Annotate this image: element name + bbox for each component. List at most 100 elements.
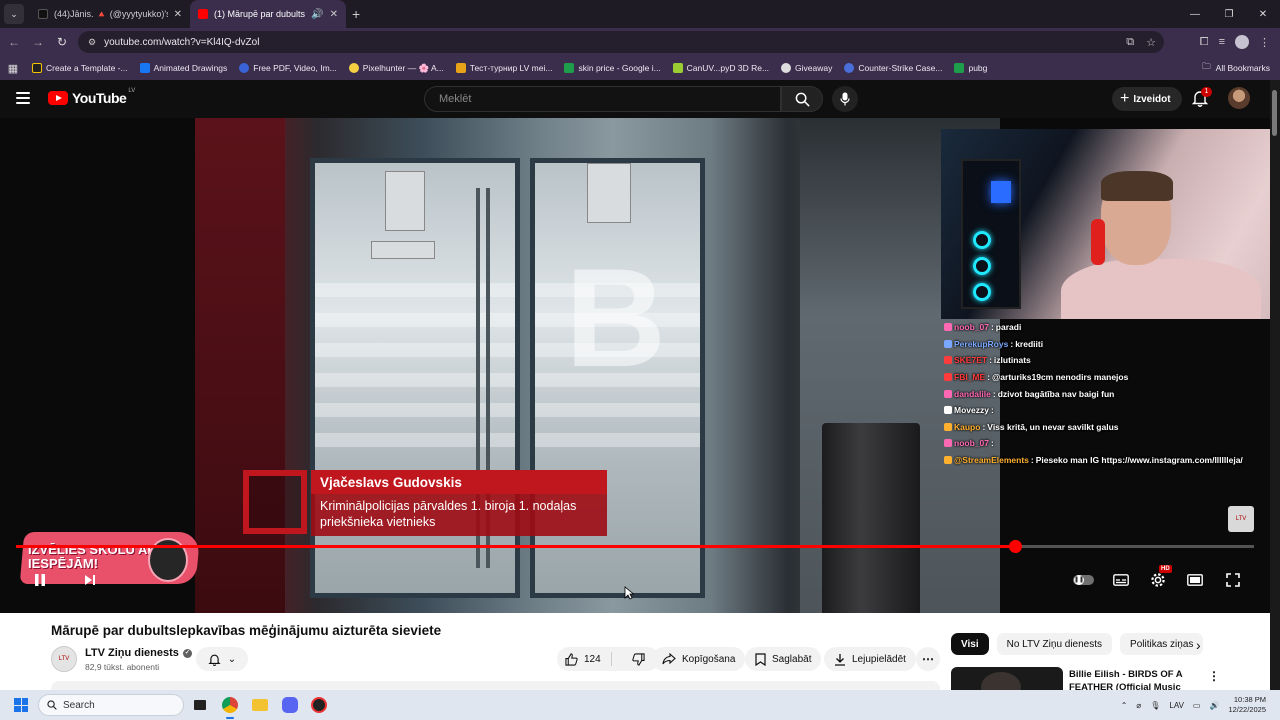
clock[interactable]: 10:38 PM 12/22/2025 [1228, 695, 1266, 715]
subscriber-count: 82,9 tūkst. abonenti [85, 662, 160, 672]
windows-start-icon[interactable] [14, 698, 28, 712]
search-input[interactable] [439, 93, 780, 105]
bookmark-item[interactable]: Тест-турнир LV mei... [450, 56, 559, 80]
apps-grid-icon[interactable]: ▦ [0, 62, 26, 75]
video-frame-wall [195, 118, 285, 613]
chip-from-channel[interactable]: No LTV Ziņu dienests [996, 633, 1113, 655]
recommended-thumbnail[interactable] [951, 667, 1063, 690]
back-icon[interactable]: ← [2, 35, 26, 49]
close-window-icon[interactable]: ✕ [1246, 0, 1280, 28]
description-box[interactable] [51, 681, 940, 690]
video-title: Mārupē par dubultslepkavības mēģinājumu … [51, 623, 442, 638]
chat-badge-icon [944, 406, 952, 415]
channel-name[interactable]: LTV Ziņu dienests ✓ [85, 647, 192, 659]
bookmark-item[interactable]: Pixelhunter — 🌸 A... [343, 56, 450, 80]
file-explorer-icon[interactable] [250, 695, 270, 715]
plus-icon: + [1120, 90, 1130, 107]
more-vertical-icon[interactable]: ⋮ [1208, 669, 1220, 683]
profile-icon[interactable] [1235, 35, 1249, 49]
maximize-icon[interactable]: ❐ [1212, 0, 1246, 28]
watch-metadata: Mārupē par dubultslepkavības mēģinājumu … [0, 613, 1270, 690]
bookmark-item[interactable]: Counter-Strike Case... [838, 56, 948, 80]
taskbar-search[interactable]: Search [38, 694, 184, 716]
folder-icon: 🗀 [1202, 61, 1211, 71]
share-icon [662, 653, 676, 665]
cast-icon[interactable]: ⧉ [1126, 36, 1134, 49]
display-icon[interactable]: ▭ [1193, 701, 1201, 710]
lower-third-name: Vjačeslavs Gudovskis [311, 470, 607, 494]
chip-all[interactable]: Visi [951, 633, 989, 655]
guide-menu-icon[interactable] [16, 92, 30, 104]
bookmark-star-icon[interactable]: ☆ [1146, 36, 1156, 49]
next-button[interactable] [78, 568, 102, 592]
site-info-icon[interactable]: ⚙ [88, 37, 96, 48]
browser-tab-active[interactable]: (1) Mārupē par dubultslepka 🔊 ✕ [190, 0, 346, 28]
extensions-icon[interactable]: ⧠ [1200, 36, 1209, 49]
autoplay-toggle[interactable]: ❚❚ [1073, 575, 1094, 585]
progress-scrubber[interactable] [1009, 540, 1023, 553]
share-button[interactable]: Kopīgošana [652, 647, 746, 671]
pause-button[interactable] [28, 568, 52, 592]
browser-tab[interactable]: (44)Jānis. 🔺 (@yyytyukko)'s vid ✕ [30, 0, 190, 28]
bookmark-item[interactable]: Giveaway [775, 56, 838, 80]
youtube-logo[interactable]: YouTube LV [48, 88, 135, 106]
chrome-menu-icon[interactable]: ⋮ [1259, 36, 1270, 49]
chevron-up-icon[interactable]: ⌃ [1121, 701, 1128, 710]
recommended-title[interactable]: Billie Eilish - BIRDS OF A FEATHER (Offi… [1069, 668, 1204, 690]
subscription-notifications-button[interactable]: ⌄ [196, 647, 248, 671]
bookmark-item[interactable]: Animated Drawings [134, 56, 234, 80]
app-icon[interactable] [309, 695, 329, 715]
subtitles-button[interactable] [1109, 568, 1133, 592]
task-view-icon[interactable] [190, 695, 210, 715]
pause-icon [35, 574, 45, 586]
page-scrollbar[interactable] [1270, 80, 1280, 690]
search-button[interactable] [781, 86, 823, 112]
notifications-button[interactable]: 1 [1191, 87, 1212, 109]
audio-icon[interactable]: 🔊 [311, 9, 323, 20]
reload-icon[interactable]: ↻ [50, 35, 74, 49]
new-tab-button[interactable]: + [352, 6, 360, 22]
url-bar[interactable]: ⚙ youtube.com/watch?v=Kl4IQ-dvZol ⧉ ☆ [78, 31, 1164, 53]
all-bookmarks-button[interactable]: 🗀 All Bookmarks [1202, 56, 1270, 80]
video-player[interactable]: B Vjačeslavs Gudovskis Kriminālpolicijas… [0, 118, 1270, 613]
voice-search-button[interactable] [832, 86, 858, 112]
more-actions-button[interactable]: ⋯ [916, 647, 940, 671]
minimize-icon[interactable]: — [1178, 0, 1212, 28]
chrome-icon[interactable] [220, 695, 240, 715]
chat-username: noob_07 [954, 322, 989, 333]
tab-title: (1) Mārupē par dubultslepka [214, 9, 306, 19]
chat-message: Movezzy : [942, 402, 1270, 419]
theater-mode-button[interactable] [1183, 568, 1207, 592]
bookmark-icon [755, 652, 766, 666]
youtube-header: YouTube LV + Izveidot 1 [0, 80, 1270, 118]
chevron-right-icon[interactable]: › [1196, 637, 1201, 653]
create-button[interactable]: + Izveidot [1112, 87, 1182, 111]
close-tab-icon[interactable]: ✕ [174, 9, 182, 20]
close-tab-icon[interactable]: ✕ [330, 9, 338, 20]
media-controls-icon[interactable]: ≡ [1219, 36, 1225, 48]
channel-avatar[interactable]: LTV [51, 646, 77, 672]
bookmark-item[interactable]: pubg [948, 56, 993, 80]
language-indicator[interactable]: LAV [1169, 701, 1184, 710]
progress-bar[interactable] [16, 540, 1254, 553]
download-button[interactable]: Lejupielādēt [824, 647, 916, 671]
tab-search-button[interactable]: ⌄ [4, 4, 24, 24]
scrollbar-thumb[interactable] [1272, 90, 1277, 136]
chip-politics[interactable]: Politikas ziņas [1120, 633, 1204, 655]
forward-icon[interactable]: → [26, 35, 50, 49]
bookmark-item[interactable]: CanUV...pyD 3D Re... [667, 56, 775, 80]
search-field[interactable] [424, 86, 781, 112]
channel-watermark[interactable]: LTV [1228, 506, 1254, 532]
account-avatar[interactable] [1228, 87, 1250, 109]
bookmark-item[interactable]: Create a Template -... [26, 56, 134, 80]
thumbs-down-icon [632, 652, 645, 666]
fullscreen-button[interactable] [1221, 568, 1245, 592]
volume-icon[interactable]: 🔊 [1209, 701, 1219, 710]
like-button[interactable]: 124 [557, 652, 612, 666]
microphone-icon[interactable]: 🎙 [1150, 701, 1160, 710]
save-button[interactable]: Saglabāt [745, 647, 822, 671]
network-icon[interactable]: ⌀ [1136, 701, 1141, 710]
discord-icon[interactable] [280, 695, 300, 715]
bookmark-item[interactable]: Free PDF, Video, Im... [233, 56, 342, 80]
bookmark-item[interactable]: skin price - Google i... [558, 56, 666, 80]
